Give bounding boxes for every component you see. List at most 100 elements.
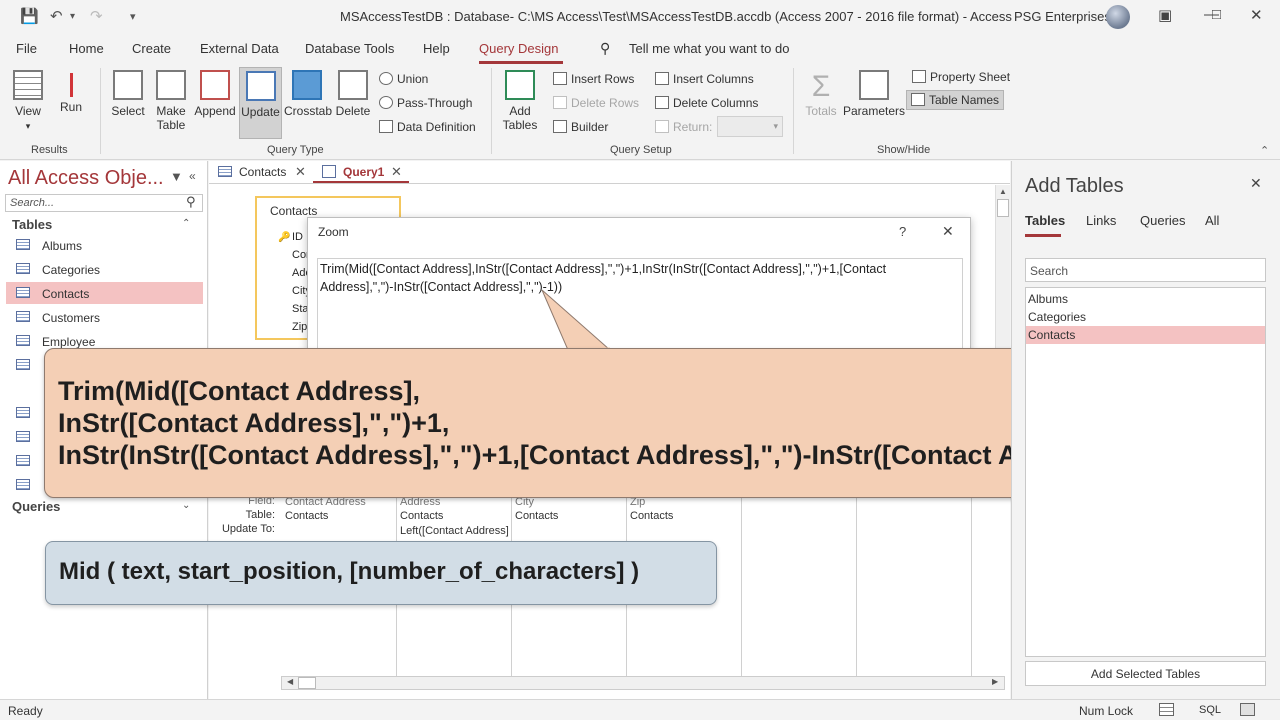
- tab-divider: [209, 183, 1010, 184]
- data-definition-icon: [379, 120, 393, 133]
- zoom-expression-textarea[interactable]: Trim(Mid([Contact Address],InStr([Contac…: [317, 258, 963, 358]
- close-tab-icon[interactable]: ✕: [295, 164, 306, 180]
- make-table-icon: [156, 70, 186, 100]
- grid-table-cell[interactable]: Contacts: [285, 510, 328, 522]
- insert-rows-button[interactable]: Insert Rows: [553, 72, 634, 86]
- grid-table-cell[interactable]: Contacts: [630, 510, 673, 522]
- nav-search-input[interactable]: Search...: [5, 194, 203, 212]
- delete-rows-button[interactable]: Delete Rows: [553, 96, 639, 110]
- undo-icon[interactable]: ↶: [50, 7, 63, 25]
- table-names-button[interactable]: Table Names: [906, 90, 1005, 110]
- doc-tab-contacts[interactable]: Contacts ✕: [209, 161, 313, 183]
- collapse-ribbon-icon[interactable]: ⌃: [1260, 144, 1269, 157]
- view-button[interactable]: View ▾: [12, 70, 44, 133]
- append-query-button[interactable]: Append: [193, 70, 237, 118]
- help-button[interactable]: ?: [899, 224, 906, 239]
- nav-item-customers[interactable]: Customers: [6, 306, 203, 328]
- grid-table-cell[interactable]: Contacts: [515, 510, 558, 522]
- horizontal-scrollbar[interactable]: ◀ ▶: [281, 676, 1005, 690]
- user-name[interactable]: PSG Enterprises: [1014, 9, 1111, 24]
- data-definition-button[interactable]: Data Definition: [379, 120, 476, 134]
- pass-through-button[interactable]: Pass-Through: [379, 96, 472, 110]
- add-tab-all[interactable]: All: [1205, 213, 1219, 228]
- tab-help[interactable]: Help: [423, 41, 450, 56]
- list-item[interactable]: Contacts: [1026, 326, 1265, 344]
- delete-columns-button[interactable]: Delete Columns: [655, 96, 758, 110]
- append-query-icon: [200, 70, 230, 100]
- scroll-thumb[interactable]: [997, 199, 1009, 217]
- table-names-icon: [911, 93, 925, 106]
- add-selected-tables-button[interactable]: Add Selected Tables: [1025, 661, 1266, 686]
- save-icon[interactable]: 💾: [20, 7, 39, 25]
- add-tables-search-input[interactable]: Search: [1025, 258, 1266, 282]
- design-view-icon[interactable]: [1240, 703, 1255, 716]
- undo-dropdown-icon[interactable]: ▾: [70, 11, 75, 22]
- property-sheet-button[interactable]: Property Sheet: [912, 70, 1010, 84]
- add-tables-button[interactable]: Add Tables: [500, 70, 540, 132]
- make-table-button[interactable]: Make Table: [153, 70, 189, 132]
- add-tab-links[interactable]: Links: [1086, 213, 1116, 228]
- close-icon[interactable]: ✕: [942, 223, 954, 240]
- avatar[interactable]: [1106, 5, 1130, 29]
- nav-menu-icon[interactable]: ▼: [170, 169, 183, 184]
- grid-update-to-cell[interactable]: Left([Contact Address]: [400, 525, 512, 537]
- datasheet-view-icon[interactable]: [1159, 703, 1174, 716]
- insert-columns-button[interactable]: Insert Columns: [655, 72, 754, 86]
- shutter-bar-icon[interactable]: «: [189, 169, 196, 183]
- tab-database-tools[interactable]: Database Tools: [305, 41, 394, 56]
- group-separator: [100, 68, 101, 154]
- search-icon[interactable]: ⚲: [186, 194, 196, 210]
- tell-me-input[interactable]: Tell me what you want to do: [629, 41, 789, 56]
- builder-button[interactable]: Builder: [553, 120, 608, 134]
- list-item[interactable]: Categories: [1026, 308, 1265, 326]
- nav-pane-title[interactable]: All Access Obje...: [8, 167, 164, 190]
- doc-tab-query1[interactable]: Query1 ✕: [313, 161, 409, 183]
- redo-icon[interactable]: ↷: [90, 7, 103, 25]
- nav-item-albums[interactable]: Albums: [6, 234, 203, 256]
- list-item[interactable]: Albums: [1026, 290, 1265, 308]
- add-tab-queries[interactable]: Queries: [1140, 213, 1186, 228]
- select-query-button[interactable]: Select: [110, 70, 146, 118]
- crosstab-query-button[interactable]: Crosstab: [284, 70, 332, 118]
- scroll-right-icon[interactable]: ▶: [992, 677, 998, 686]
- close-icon[interactable]: ✕: [1250, 175, 1262, 192]
- maximize-icon[interactable]: □: [1212, 6, 1221, 23]
- scroll-up-icon[interactable]: ▲: [999, 187, 1007, 196]
- insert-columns-icon: [655, 72, 669, 85]
- search-icon: ⚲: [600, 40, 611, 56]
- key-icon: 🔑: [278, 232, 291, 243]
- grid-table-cell[interactable]: Contacts: [400, 510, 443, 522]
- delete-query-button[interactable]: Delete: [334, 70, 372, 118]
- parameters-button[interactable]: Parameters: [843, 70, 905, 118]
- status-bar: Ready Num Lock SQL: [0, 699, 1280, 720]
- field-id[interactable]: ID: [292, 231, 303, 243]
- nav-group-queries[interactable]: Queries: [12, 499, 60, 514]
- tab-external-data[interactable]: External Data: [200, 41, 279, 56]
- nav-item-categories[interactable]: Categories: [6, 258, 203, 280]
- tab-query-design[interactable]: Query Design: [479, 41, 558, 56]
- customize-qat-icon[interactable]: ▾: [130, 10, 136, 23]
- close-tab-icon[interactable]: ✕: [391, 164, 402, 180]
- expand-icon[interactable]: ⌄: [182, 500, 190, 511]
- property-sheet-icon: [912, 70, 926, 83]
- zoom-dialog-title: Zoom: [318, 225, 349, 239]
- collapse-icon[interactable]: ⌃: [182, 218, 190, 229]
- update-query-button[interactable]: Update: [239, 67, 282, 139]
- close-icon[interactable]: ✕: [1250, 6, 1263, 24]
- tab-file[interactable]: File: [16, 41, 37, 56]
- totals-button[interactable]: Σ Totals: [803, 70, 839, 118]
- add-tab-tables[interactable]: Tables: [1025, 213, 1065, 228]
- union-button[interactable]: Union: [379, 72, 428, 86]
- return-dropdown[interactable]: ▾: [717, 116, 783, 137]
- add-tables-list[interactable]: Albums Categories Contacts: [1025, 287, 1266, 657]
- sql-view-button[interactable]: SQL: [1199, 704, 1221, 716]
- nav-item-contacts[interactable]: Contacts: [6, 282, 203, 304]
- tab-home[interactable]: Home: [69, 41, 104, 56]
- scroll-thumb[interactable]: [298, 677, 316, 689]
- scroll-left-icon[interactable]: ◀: [287, 677, 293, 686]
- tab-create[interactable]: Create: [132, 41, 171, 56]
- ribbon-display-icon[interactable]: ▣: [1158, 6, 1172, 24]
- nav-group-tables[interactable]: Tables: [12, 217, 52, 232]
- field-item[interactable]: Zip: [292, 321, 307, 333]
- run-button[interactable]: Run: [58, 70, 84, 114]
